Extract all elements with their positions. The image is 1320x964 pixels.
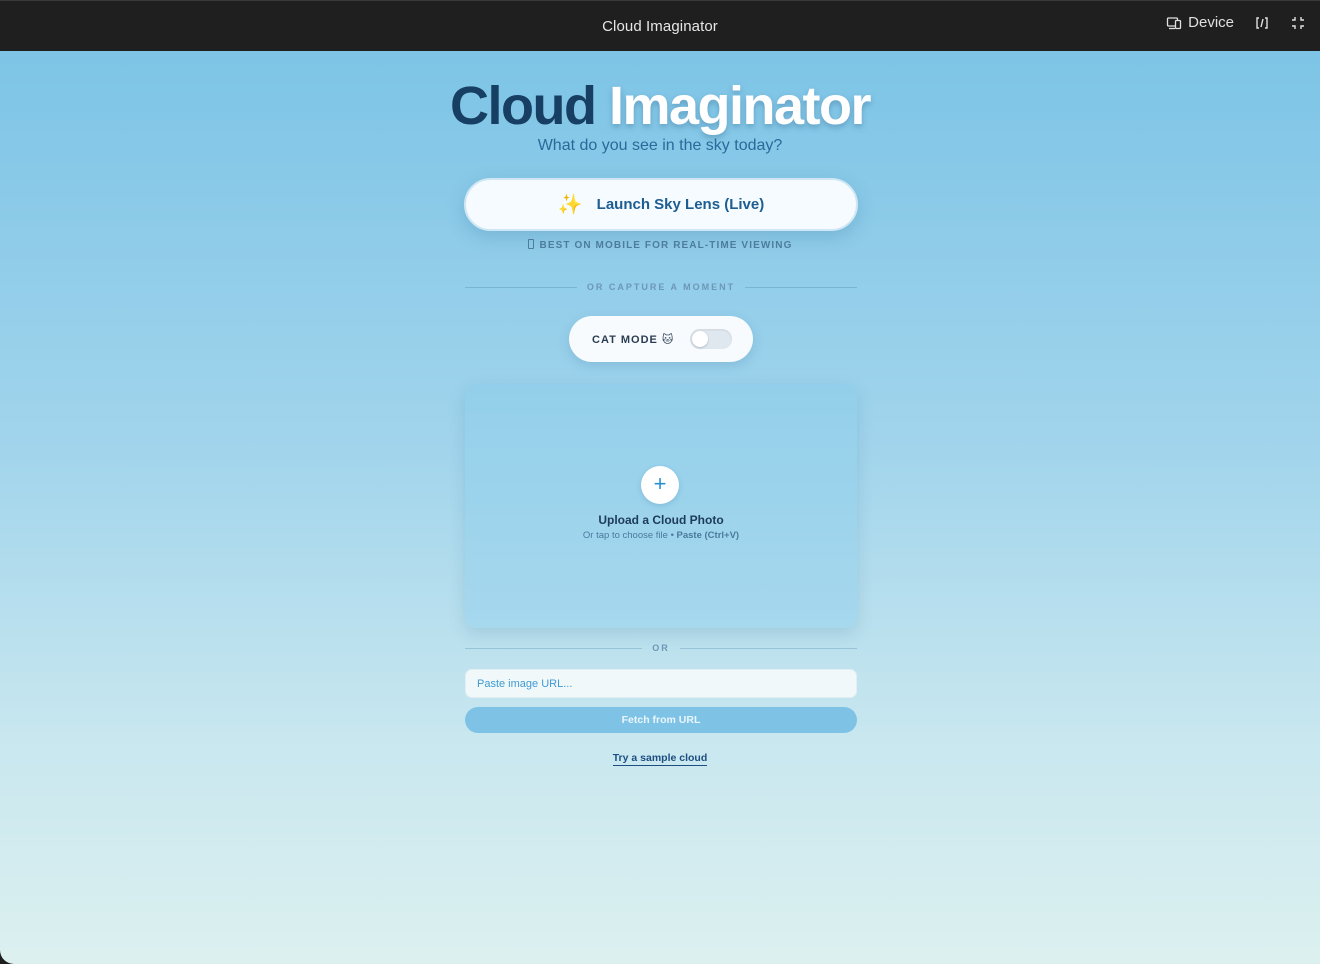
upload-subtitle: Or tap to choose file • Paste (Ctrl+V): [582, 530, 740, 541]
app-viewport: Cloud Imaginator What do you see in the …: [0, 51, 1320, 964]
cat-mode-label: CAT MODE 🐱: [592, 333, 675, 346]
sample-cloud-container: Try a sample cloud: [0, 748, 1320, 766]
mobile-note: BEST ON MOBILE FOR REAL-TIME VIEWING: [0, 239, 1320, 251]
device-icon: [1166, 16, 1182, 29]
phone-icon: [527, 239, 534, 249]
fullscreen-icon[interactable]: [1290, 15, 1306, 31]
sparkles-icon: ✨: [557, 194, 583, 216]
title-word-imaginator: Imaginator: [608, 76, 872, 136]
cat-mode-control: CAT MODE 🐱: [569, 316, 753, 362]
app-title: Cloud Imaginator: [0, 77, 1320, 135]
cat-icon: 🐱: [661, 333, 675, 346]
plus-icon[interactable]: +: [641, 466, 679, 504]
title-word-cloud: Cloud: [449, 76, 597, 136]
launch-sky-lens-button[interactable]: ✨ Launch Sky Lens (Live): [464, 178, 858, 231]
upload-title: Upload a Cloud Photo: [598, 513, 724, 527]
title-bar: Cloud Imaginator Device: [0, 0, 1320, 51]
device-button[interactable]: Device: [1166, 14, 1234, 31]
window-title: Cloud Imaginator: [602, 18, 718, 35]
paste-hint: Paste (Ctrl+V): [676, 530, 740, 541]
rotate-icon[interactable]: [1254, 15, 1270, 31]
try-sample-cloud-link[interactable]: Try a sample cloud: [612, 752, 708, 766]
or-divider: OR: [465, 643, 857, 653]
tagline: What do you see in the sky today?: [537, 137, 783, 154]
title-bar-controls: Device: [1166, 14, 1306, 31]
mobile-note-text: BEST ON MOBILE FOR REAL-TIME VIEWING: [539, 240, 793, 251]
launch-label: Launch Sky Lens (Live): [596, 196, 765, 213]
image-url-input[interactable]: [465, 669, 857, 698]
device-label: Device: [1188, 14, 1234, 31]
capture-divider-text: OR CAPTURE A MOMENT: [586, 282, 736, 292]
capture-divider: OR CAPTURE A MOMENT: [465, 282, 857, 292]
hero: Cloud Imaginator What do you see in the …: [0, 77, 1320, 155]
toggle-knob: [692, 331, 709, 347]
fetch-from-url-button[interactable]: Fetch from URL: [465, 707, 857, 733]
cat-mode-toggle[interactable]: [690, 329, 733, 349]
upload-dropzone[interactable]: + Upload a Cloud Photo Or tap to choose …: [465, 384, 857, 628]
or-divider-text: OR: [652, 643, 670, 653]
